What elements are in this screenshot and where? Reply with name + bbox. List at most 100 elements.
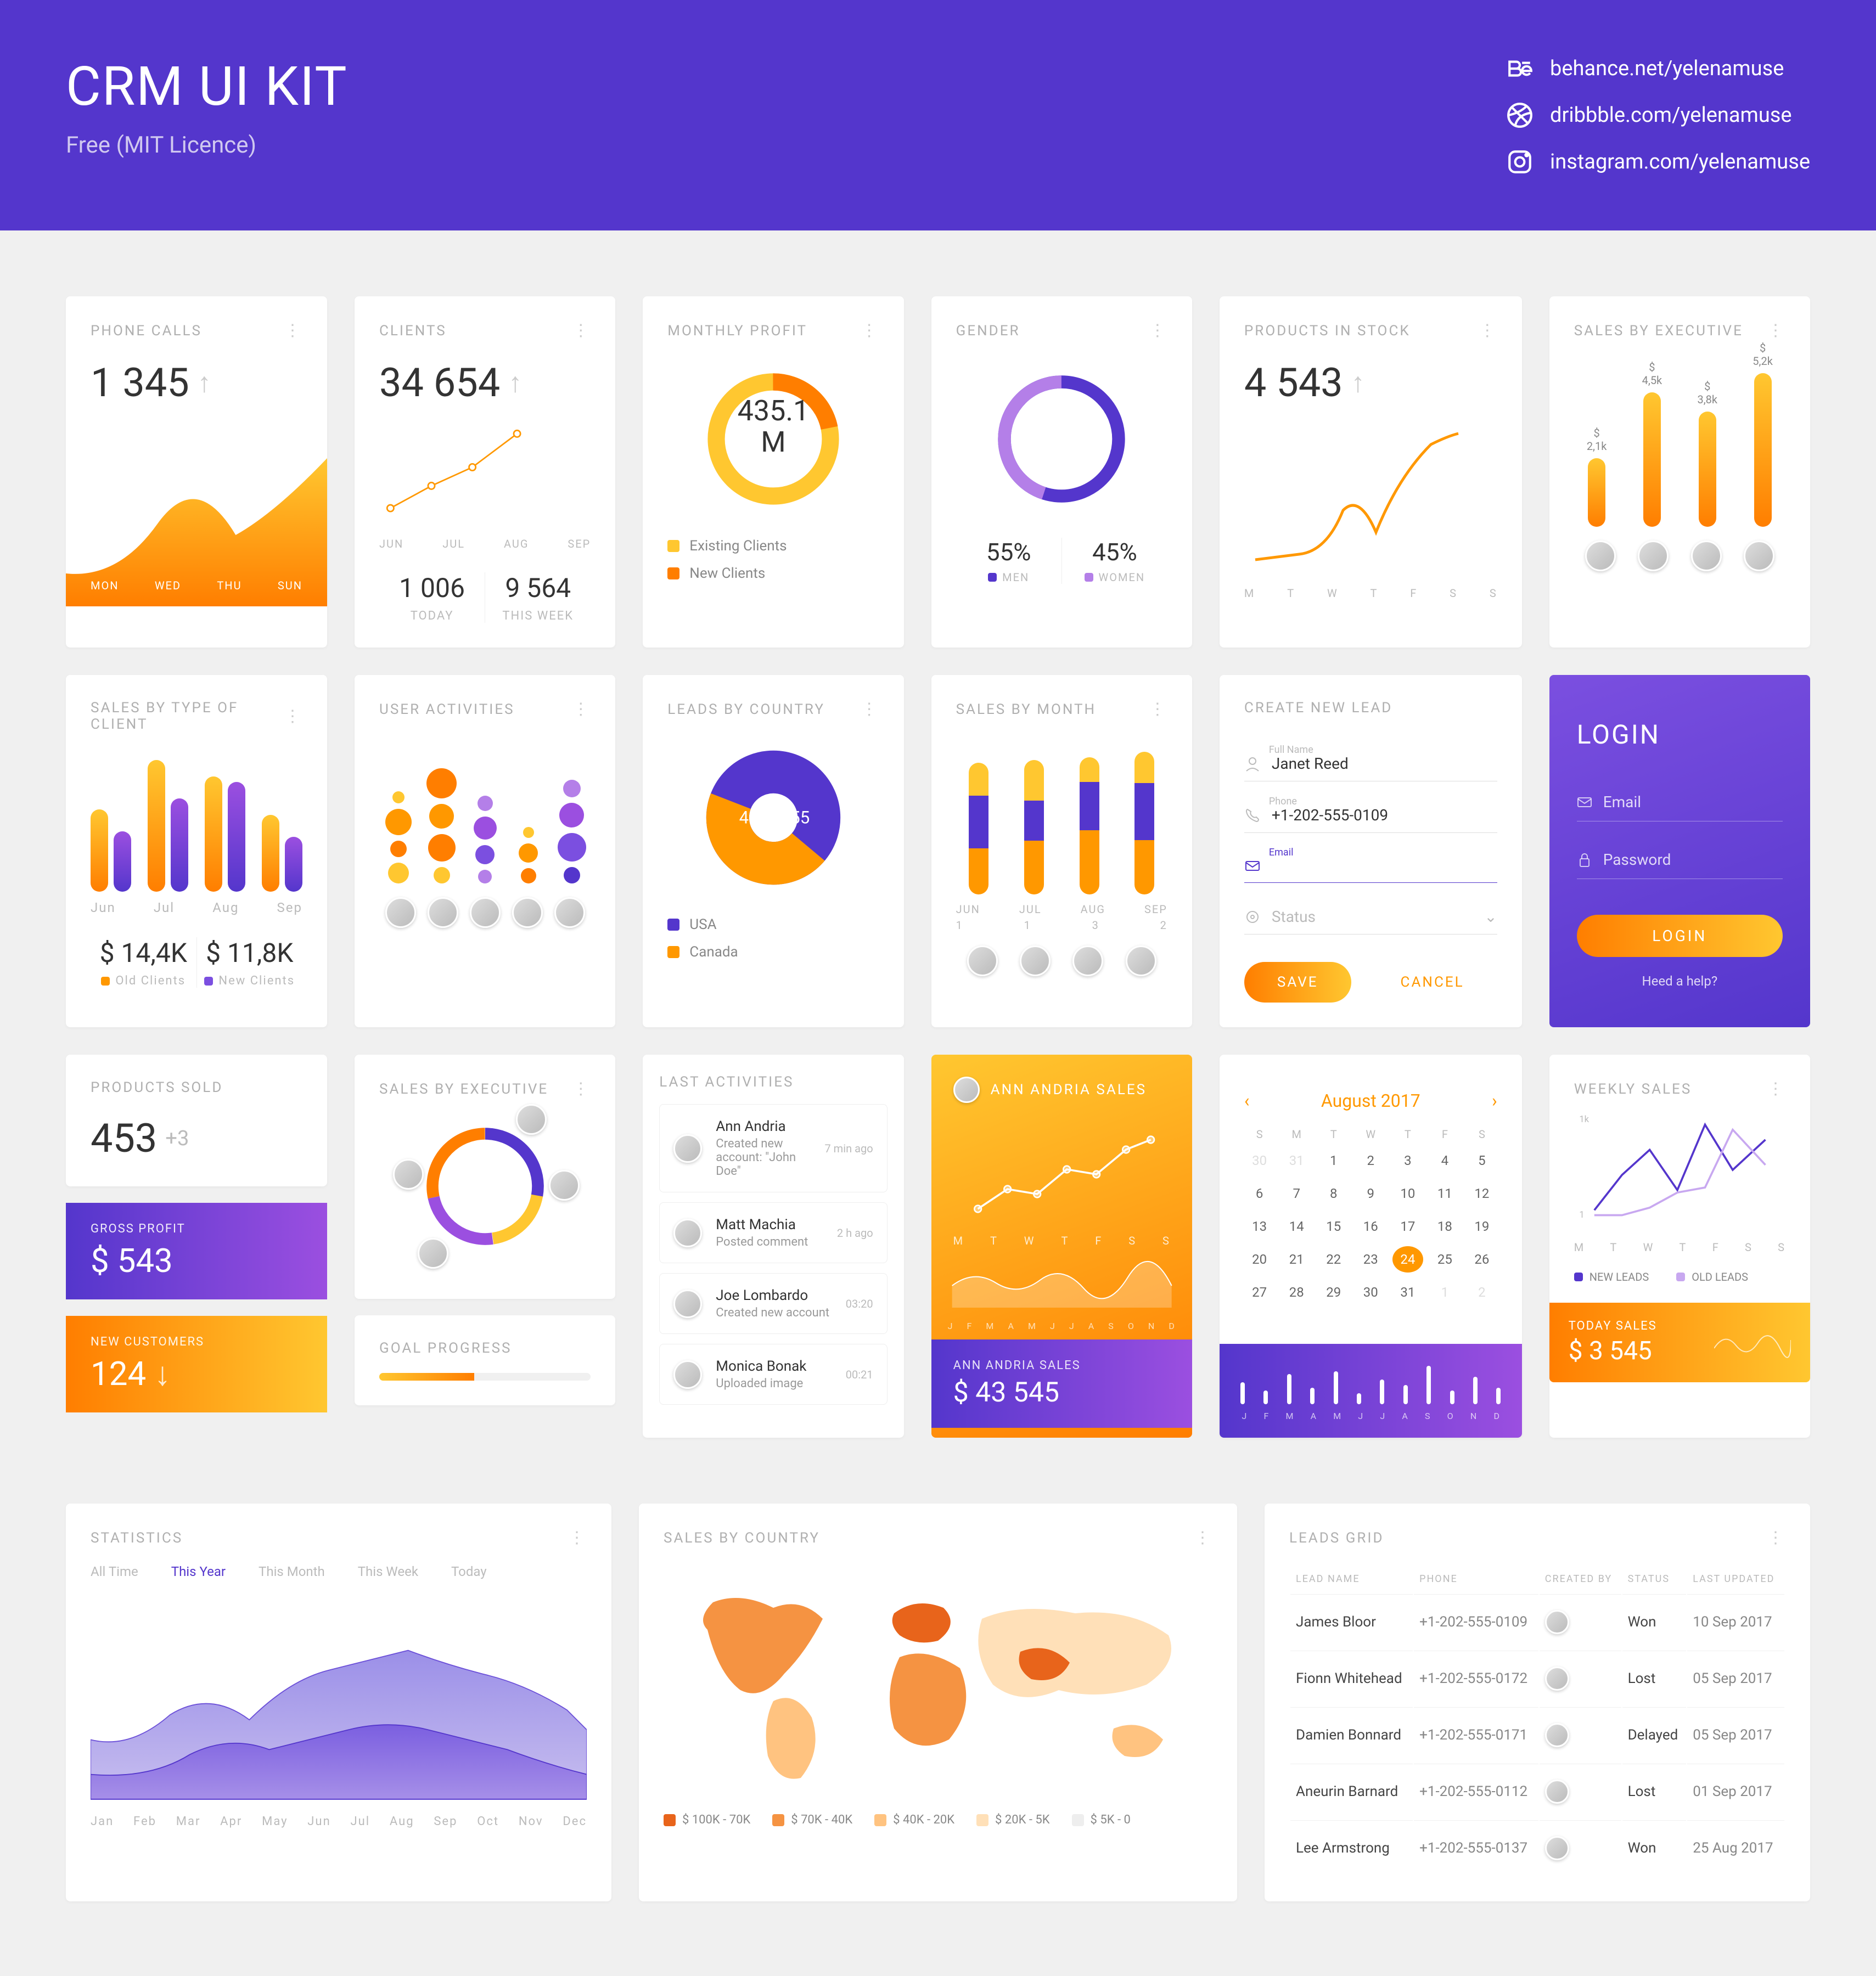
table-row[interactable]: Fionn Whitehead+1-202-555-0172Lost05 Sep… (1290, 1651, 1784, 1706)
calendar-day[interactable]: 4 (1430, 1147, 1461, 1174)
calendar-day[interactable]: 17 (1392, 1213, 1423, 1240)
more-icon[interactable]: ⋮ (572, 1079, 591, 1099)
tab-this-week[interactable]: This Week (358, 1564, 418, 1579)
help-link[interactable]: Heed a help? (1577, 973, 1783, 989)
calendar-day[interactable]: 31 (1392, 1279, 1423, 1305)
calendar-day[interactable]: 13 (1244, 1213, 1275, 1240)
calendar-day[interactable]: 9 (1356, 1180, 1386, 1207)
more-icon[interactable]: ⋮ (569, 1528, 587, 1547)
calendar-day[interactable]: 7 (1281, 1180, 1312, 1207)
calendar-day[interactable]: 21 (1281, 1246, 1312, 1273)
calendar-day[interactable]: 30 (1356, 1279, 1386, 1305)
more-icon[interactable]: ⋮ (1767, 1528, 1785, 1547)
table-row[interactable]: James Bloor+1-202-555-0109Won10 Sep 2017 (1290, 1594, 1784, 1650)
avatars (1574, 541, 1785, 571)
dribbble-link[interactable]: dribbble.com/yelenamuse (1506, 102, 1810, 129)
ann-sales-card: ANN ANDRIA SALES MTWTFSS JFMAMJJASOND AN… (931, 1055, 1192, 1438)
next-month-icon[interactable]: › (1492, 1090, 1497, 1111)
calendar-day[interactable]: 10 (1392, 1180, 1423, 1207)
card-title: LEADS BY COUNTRY (667, 701, 825, 718)
login-title: LOGIN (1577, 719, 1783, 750)
more-icon[interactable]: ⋮ (1767, 1079, 1785, 1099)
chevron-down-icon: ⌄ (1484, 908, 1497, 926)
calendar-grid: SMTWTFS303112345678910111213141516171819… (1244, 1128, 1497, 1305)
more-icon[interactable]: ⋮ (1149, 700, 1167, 719)
phone-calls-value: 1 345↑ (91, 359, 302, 406)
activity-item[interactable]: Matt MachiaPosted comment2 h ago (659, 1202, 887, 1263)
calendar-day[interactable]: 11 (1430, 1180, 1461, 1207)
calendar-day[interactable]: 29 (1318, 1279, 1349, 1305)
calendar-day[interactable]: 5 (1467, 1147, 1497, 1174)
tab-all-time[interactable]: All Time (91, 1564, 138, 1579)
new-customers-card[interactable]: NEW CUSTOMERS 124 ↓ (66, 1316, 327, 1412)
phone-icon (1244, 807, 1261, 824)
table-row[interactable]: Aneurin Barnard+1-202-555-0112Lost01 Sep… (1290, 1764, 1784, 1819)
donut-chart (990, 368, 1133, 510)
more-icon[interactable]: ⋮ (1194, 1528, 1212, 1547)
person-name: ANN ANDRIA SALES (991, 1082, 1147, 1098)
name-field[interactable]: Full NameJanet Reed (1244, 744, 1497, 781)
login-button[interactable]: LOGIN (1577, 915, 1783, 957)
calendar-day[interactable]: 19 (1467, 1213, 1497, 1240)
activity-item[interactable]: Monica BonakUploaded image00:21 (659, 1344, 887, 1405)
activity-item[interactable]: Ann AndriaCreated new account: "John Doe… (659, 1104, 887, 1192)
calendar-day[interactable]: 28 (1281, 1279, 1312, 1305)
week-value: 9 564 (485, 572, 591, 604)
calendar-day[interactable]: 1 (1318, 1147, 1349, 1174)
table-row[interactable]: Damien Bonnard+1-202-555-0171Delayed05 S… (1290, 1707, 1784, 1763)
spark-area (931, 1258, 1192, 1308)
gross-profit-card[interactable]: GROSS PROFIT $ 543 (66, 1203, 327, 1299)
calendar-day[interactable]: 16 (1356, 1213, 1386, 1240)
prev-month-icon[interactable]: ‹ (1244, 1090, 1250, 1111)
tab-today[interactable]: Today (451, 1564, 487, 1579)
calendar-day[interactable]: 3 (1392, 1147, 1423, 1174)
calendar-day[interactable]: 15 (1318, 1213, 1349, 1240)
progress-bar (379, 1373, 591, 1381)
calendar-day[interactable]: 25 (1430, 1246, 1461, 1273)
calendar-day[interactable]: 27 (1244, 1279, 1275, 1305)
calendar-day[interactable]: 2 (1356, 1147, 1386, 1174)
save-button[interactable]: SAVE (1244, 962, 1351, 1003)
calendar-day[interactable]: 26 (1467, 1246, 1497, 1273)
avatars (956, 945, 1167, 976)
calendar-day[interactable]: 6 (1244, 1180, 1275, 1207)
cancel-button[interactable]: CANCEL (1368, 962, 1497, 1003)
more-icon[interactable]: ⋮ (284, 321, 302, 340)
phone-field[interactable]: Phone+1-202-555-0109 (1244, 795, 1497, 833)
calendar-day[interactable]: 14 (1281, 1213, 1312, 1240)
calendar-day[interactable]: 20 (1244, 1246, 1275, 1273)
more-icon[interactable]: ⋮ (572, 700, 591, 719)
calendar-day[interactable]: 12 (1467, 1180, 1497, 1207)
more-icon[interactable]: ⋮ (1767, 321, 1785, 340)
calendar-day[interactable]: 18 (1430, 1213, 1461, 1240)
more-icon[interactable]: ⋮ (1479, 321, 1497, 340)
more-icon[interactable]: ⋮ (861, 321, 879, 340)
legend: USACanada (667, 916, 879, 960)
pie-chart: 45 55 (702, 746, 845, 889)
more-icon[interactable]: ⋮ (284, 707, 302, 726)
status-field[interactable]: Status⌄ (1244, 897, 1497, 934)
activity-item[interactable]: Joe LombardoCreated new account03:20 (659, 1273, 887, 1334)
calendar-day[interactable]: 22 (1318, 1246, 1349, 1273)
tab-this-year[interactable]: This Year (171, 1564, 226, 1579)
more-icon[interactable]: ⋮ (861, 700, 879, 719)
login-card: LOGIN Email Password LOGIN Heed a help? (1549, 675, 1810, 1027)
tab-this-month[interactable]: This Month (259, 1564, 325, 1579)
today-value: 1 006 (379, 572, 485, 604)
behance-link[interactable]: behance.net/yelenamuse (1506, 55, 1810, 82)
login-password-field[interactable]: Password (1577, 841, 1783, 879)
calendar-day[interactable]: 24 (1392, 1246, 1423, 1273)
email-field[interactable]: Email (1244, 847, 1497, 883)
more-icon[interactable]: ⋮ (572, 321, 591, 340)
login-email-field[interactable]: Email (1577, 783, 1783, 821)
calendar-day[interactable]: 8 (1318, 1180, 1349, 1207)
more-icon[interactable]: ⋮ (1149, 321, 1167, 340)
activity-list: Ann AndriaCreated new account: "John Doe… (659, 1104, 887, 1405)
calendar-day[interactable]: 23 (1356, 1246, 1386, 1273)
instagram-link[interactable]: instagram.com/yelenamuse (1506, 148, 1810, 176)
card-title: SALES BY COUNTRY (664, 1530, 820, 1546)
x-axis: MTWTFSS (1244, 587, 1497, 600)
social-links: behance.net/yelenamuse dribbble.com/yelen… (1506, 55, 1810, 176)
table-row[interactable]: Lee Armstrong+1-202-555-0137Won25 Aug 20… (1290, 1820, 1784, 1876)
x-axis: JanFebMarAprMayJunJulAugSepOctNovDec (91, 1815, 587, 1828)
